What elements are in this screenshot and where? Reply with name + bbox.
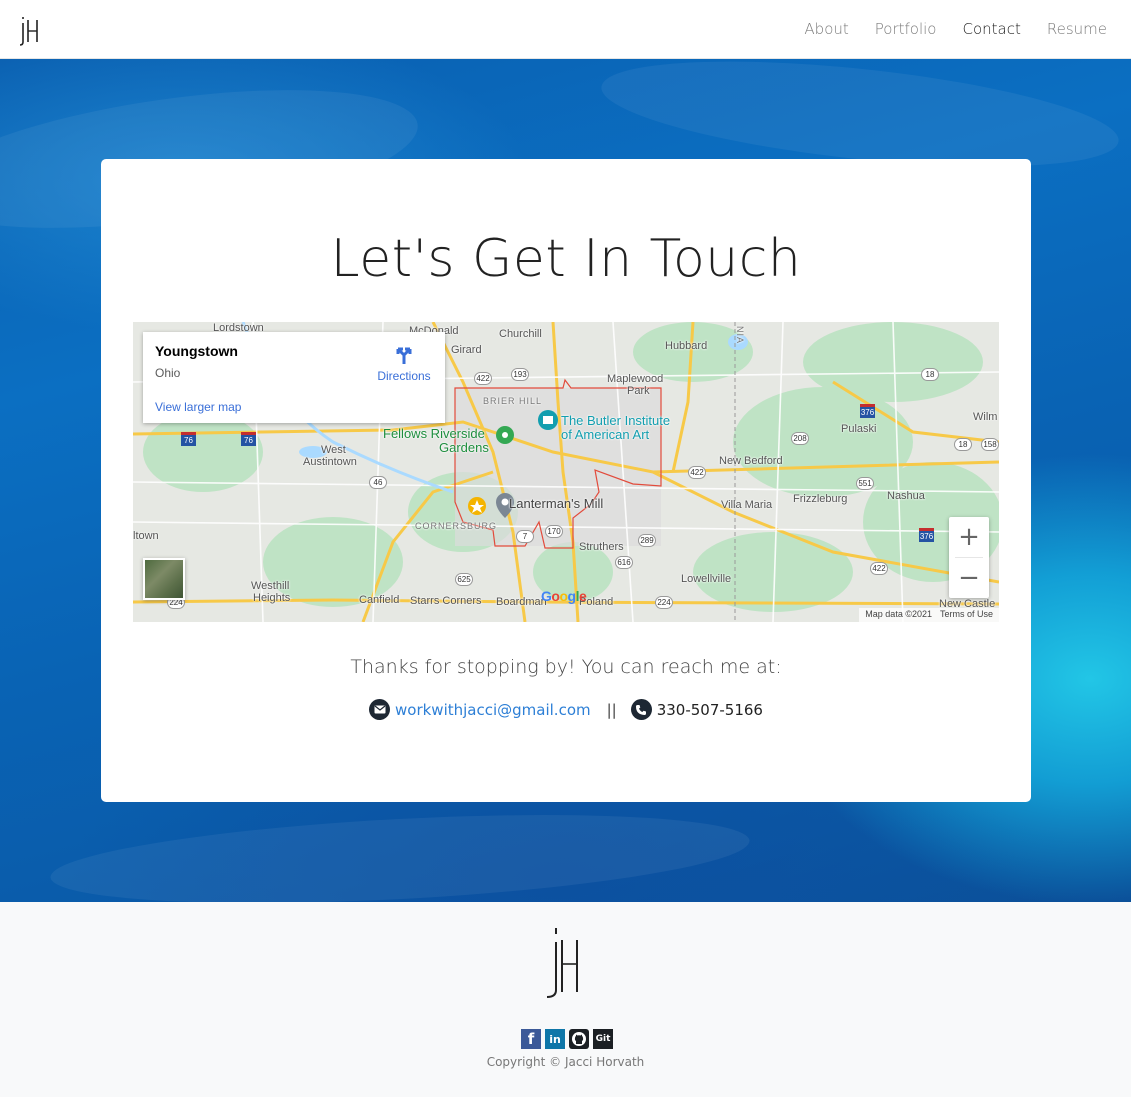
page-title: Let's Get In Touch (330, 229, 802, 289)
place-name: Youngstown (155, 343, 238, 359)
map-label-cornersburg: CORNERSBURG (415, 521, 498, 531)
route-shield: 158 (981, 438, 999, 451)
git-icon[interactable]: Git (593, 1029, 613, 1049)
top-navbar: About Portfolio Contact Resume (0, 0, 1131, 59)
phone-icon (630, 699, 652, 720)
place-region: Ohio (155, 366, 181, 380)
route-shield: 7 (516, 530, 534, 543)
contact-divider: || (606, 700, 617, 719)
map-attribution: Map data ©2021 Terms of Use (859, 608, 999, 622)
route-shield: 422 (474, 372, 492, 385)
route-shield: 289 (638, 534, 656, 547)
google-logo: Google (541, 588, 587, 604)
map-label-westhill: Westhill (251, 580, 290, 592)
linkedin-icon[interactable]: in (545, 1029, 565, 1049)
contact-details: workwithjacci@gmail.com || 330-507-5166 (101, 699, 1031, 720)
route-shield: 18 (921, 368, 939, 381)
map-label-itown: ltown (133, 530, 159, 542)
satellite-toggle-button[interactable] (143, 558, 185, 600)
map-data-label: Map data ©2021 (865, 609, 932, 619)
map-label-hubbard: Hubbard (665, 340, 708, 352)
map-label-park: Park (627, 385, 650, 397)
directions-button[interactable]: Directions (375, 344, 433, 384)
directions-icon (396, 347, 412, 364)
social-links: f in Git (521, 1029, 613, 1049)
nav-resume[interactable]: Resume (1047, 20, 1107, 38)
map-label-fellows-1: Fellows Riverside (383, 426, 485, 441)
map-label-wilm: Wilm (973, 411, 998, 423)
map-label-pulaski: Pulaski (841, 423, 877, 435)
footer: f in Git Copyright © Jacci Horvath (0, 902, 1131, 1097)
route-shield: 422 (688, 466, 706, 479)
interstate-shield: 76 (181, 432, 196, 446)
nav-about[interactable]: About (804, 20, 848, 38)
route-shield: 170 (545, 525, 563, 538)
map-label-maplewood: Maplewood (607, 373, 664, 385)
embedded-map[interactable]: Lordstown McDonald Churchill Girard Hubb… (133, 322, 999, 622)
interstate-shield: 376 (919, 528, 934, 542)
nav-contact[interactable]: Contact (963, 20, 1021, 38)
map-zoom-controls: + − (949, 517, 989, 598)
route-shield: 616 (615, 556, 633, 569)
copyright: Copyright © Jacci Horvath (486, 1055, 645, 1069)
route-shield: 46 (369, 476, 387, 489)
wave-texture (48, 800, 752, 902)
map-label-lantermans-mill: Lanterman's Mill (509, 496, 604, 511)
contact-card: Let's Get In Touch Lordstown McDonald Ch… (101, 159, 1031, 802)
map-label-new-bedford: New Bedford (719, 455, 783, 467)
github-icon[interactable] (569, 1029, 589, 1049)
map-label-austintown: Austintown (303, 456, 357, 468)
jh-logo-icon (546, 928, 578, 998)
nav-links: About Portfolio Contact Resume (804, 20, 1107, 38)
map-label-state: NIA (735, 325, 746, 345)
map-label-fellows-2: Gardens (439, 440, 489, 455)
map-label-butler-1: The Butler Institute (561, 413, 671, 428)
zoom-out-button[interactable]: − (949, 558, 989, 598)
route-shield: 18 (954, 438, 972, 451)
envelope-icon (369, 699, 390, 720)
route-shield: 208 (791, 432, 809, 445)
zoom-in-button[interactable]: + (949, 517, 989, 557)
interstate-shield: 76 (241, 432, 256, 446)
jh-logo-icon[interactable] (18, 14, 42, 48)
map-label-frizzleburg: Frizzleburg (793, 493, 848, 505)
facebook-icon[interactable]: f (521, 1029, 541, 1049)
map-label-struthers: Struthers (579, 541, 624, 553)
map-label-villa-maria: Villa Maria (721, 499, 773, 511)
interstate-shield: 376 (860, 404, 875, 418)
route-shield: 224 (655, 596, 673, 609)
map-label-west: West (321, 444, 346, 456)
map-label-starrs-corners: Starrs Corners (410, 595, 482, 607)
route-shield: 193 (511, 368, 529, 381)
map-label-brier-hill: BRIER HILL (483, 396, 543, 406)
map-label-churchill: Churchill (499, 328, 542, 340)
directions-label: Directions (377, 369, 431, 383)
route-shield: 422 (870, 562, 888, 575)
email-link[interactable]: workwithjacci@gmail.com (395, 701, 591, 719)
map-label-girard: Girard (451, 344, 482, 356)
route-shield: 625 (455, 573, 473, 586)
terms-link[interactable]: Terms of Use (940, 609, 993, 621)
map-place-card: Youngstown Ohio View larger map Directio… (143, 332, 445, 423)
map-label-lowellville: Lowellville (681, 573, 732, 585)
phone-number: 330-507-5166 (656, 700, 763, 719)
route-shield: 551 (856, 477, 874, 490)
map-label-nashua: Nashua (887, 490, 925, 502)
map-label-boardman: Boardman (496, 596, 547, 608)
nav-portfolio[interactable]: Portfolio (875, 20, 937, 38)
contact-intro: Thanks for stopping by! You can reach me… (350, 656, 782, 678)
map-label-butler-2: of American Art (561, 427, 650, 442)
map-label-heights: Heights (253, 592, 291, 604)
map-label-canfield: Canfield (359, 594, 400, 606)
view-larger-map-link[interactable]: View larger map (155, 400, 241, 414)
